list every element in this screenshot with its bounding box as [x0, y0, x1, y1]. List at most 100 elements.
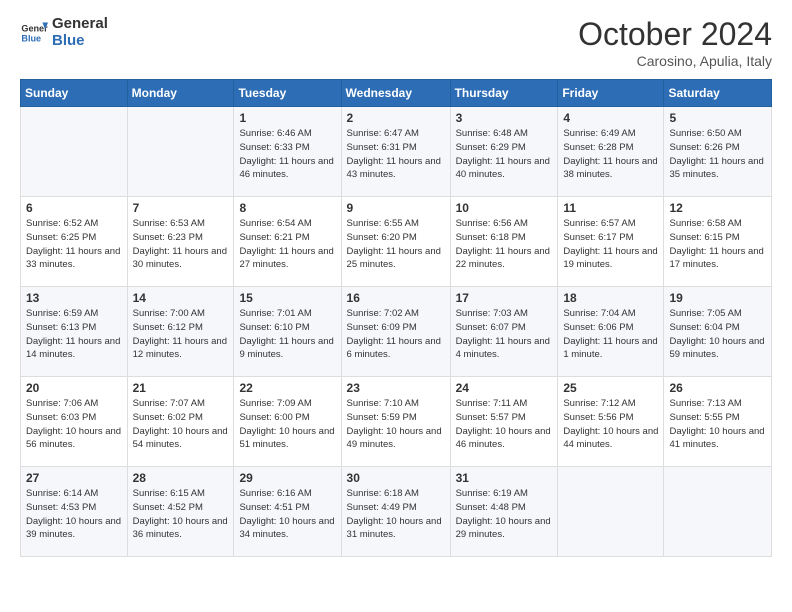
month-title: October 2024: [578, 16, 772, 53]
calendar-cell: 20 Sunrise: 7:06 AMSunset: 6:03 PMDayligh…: [21, 377, 128, 467]
calendar-cell: [127, 107, 234, 197]
day-info: Sunrise: 7:10 AMSunset: 5:59 PMDaylight:…: [347, 397, 445, 452]
calendar-cell: 10 Sunrise: 6:56 AMSunset: 6:18 PMDayligh…: [450, 197, 558, 287]
day-number: 14: [133, 291, 229, 305]
calendar-cell: 27 Sunrise: 6:14 AMSunset: 4:53 PMDayligh…: [21, 467, 128, 557]
day-info: Sunrise: 6:46 AMSunset: 6:33 PMDaylight:…: [239, 127, 335, 182]
day-number: 29: [239, 471, 335, 485]
days-header-row: SundayMondayTuesdayWednesdayThursdayFrid…: [21, 80, 772, 107]
calendar-cell: 6 Sunrise: 6:52 AMSunset: 6:25 PMDaylight…: [21, 197, 128, 287]
day-header-friday: Friday: [558, 80, 664, 107]
day-number: 25: [563, 381, 658, 395]
day-info: Sunrise: 6:53 AMSunset: 6:23 PMDaylight:…: [133, 217, 229, 272]
day-number: 23: [347, 381, 445, 395]
calendar-table: SundayMondayTuesdayWednesdayThursdayFrid…: [20, 79, 772, 557]
day-header-thursday: Thursday: [450, 80, 558, 107]
day-number: 13: [26, 291, 122, 305]
title-block: October 2024 Carosino, Apulia, Italy: [578, 16, 772, 69]
day-number: 8: [239, 201, 335, 215]
day-info: Sunrise: 7:07 AMSunset: 6:02 PMDaylight:…: [133, 397, 229, 452]
svg-text:Blue: Blue: [21, 33, 41, 43]
calendar-cell: 18 Sunrise: 7:04 AMSunset: 6:06 PMDayligh…: [558, 287, 664, 377]
day-info: Sunrise: 7:12 AMSunset: 5:56 PMDaylight:…: [563, 397, 658, 452]
calendar-cell: [558, 467, 664, 557]
day-number: 27: [26, 471, 122, 485]
calendar-cell: 12Sunrise: 6:58 AMSunset: 6:15 PMDayligh…: [664, 197, 772, 287]
calendar-cell: 4Sunrise: 6:49 AMSunset: 6:28 PMDaylight…: [558, 107, 664, 197]
day-number: 24: [456, 381, 553, 395]
calendar-cell: 14 Sunrise: 7:00 AMSunset: 6:12 PMDayligh…: [127, 287, 234, 377]
day-number: 11: [563, 201, 658, 215]
calendar-cell: [664, 467, 772, 557]
day-info: Sunrise: 7:11 AMSunset: 5:57 PMDaylight:…: [456, 397, 553, 452]
day-number: 7: [133, 201, 229, 215]
day-info: Sunrise: 6:49 AMSunset: 6:28 PMDaylight:…: [563, 127, 658, 182]
calendar-cell: 13 Sunrise: 6:59 AMSunset: 6:13 PMDayligh…: [21, 287, 128, 377]
day-info: Sunrise: 6:16 AMSunset: 4:51 PMDaylight:…: [239, 487, 335, 542]
day-info: Sunrise: 6:52 AMSunset: 6:25 PMDaylight:…: [26, 217, 122, 272]
calendar-cell: 2 Sunrise: 6:47 AMSunset: 6:31 PMDaylight…: [341, 107, 450, 197]
day-number: 16: [347, 291, 445, 305]
day-info: Sunrise: 6:14 AMSunset: 4:53 PMDaylight:…: [26, 487, 122, 542]
day-info: Sunrise: 7:13 AMSunset: 5:55 PMDaylight:…: [669, 397, 766, 452]
logo-icon: General Blue: [20, 19, 48, 47]
day-info: Sunrise: 7:02 AMSunset: 6:09 PMDaylight:…: [347, 307, 445, 362]
calendar-cell: 25 Sunrise: 7:12 AMSunset: 5:56 PMDayligh…: [558, 377, 664, 467]
day-info: Sunrise: 6:56 AMSunset: 6:18 PMDaylight:…: [456, 217, 553, 272]
day-info: Sunrise: 6:54 AMSunset: 6:21 PMDaylight:…: [239, 217, 335, 272]
day-number: 5: [669, 111, 766, 125]
calendar-cell: 17 Sunrise: 7:03 AMSunset: 6:07 PMDayligh…: [450, 287, 558, 377]
day-number: 21: [133, 381, 229, 395]
calendar-cell: 7 Sunrise: 6:53 AMSunset: 6:23 PMDaylight…: [127, 197, 234, 287]
day-info: Sunrise: 7:04 AMSunset: 6:06 PMDaylight:…: [563, 307, 658, 362]
day-number: 19: [669, 291, 766, 305]
logo: General Blue General Blue: [20, 16, 108, 49]
week-row-1: 1 Sunrise: 6:46 AMSunset: 6:33 PMDaylight…: [21, 107, 772, 197]
day-info: Sunrise: 6:48 AMSunset: 6:29 PMDaylight:…: [456, 127, 553, 182]
calendar-cell: 15Sunrise: 7:01 AMSunset: 6:10 PMDayligh…: [234, 287, 341, 377]
day-info: Sunrise: 7:06 AMSunset: 6:03 PMDaylight:…: [26, 397, 122, 452]
day-header-sunday: Sunday: [21, 80, 128, 107]
day-info: Sunrise: 7:09 AMSunset: 6:00 PMDaylight:…: [239, 397, 335, 452]
calendar-cell: 29 Sunrise: 6:16 AMSunset: 4:51 PMDayligh…: [234, 467, 341, 557]
calendar-cell: 5Sunrise: 6:50 AMSunset: 6:26 PMDaylight…: [664, 107, 772, 197]
calendar-cell: 3 Sunrise: 6:48 AMSunset: 6:29 PMDaylight…: [450, 107, 558, 197]
location-subtitle: Carosino, Apulia, Italy: [578, 53, 772, 69]
day-number: 2: [347, 111, 445, 125]
calendar-cell: 16 Sunrise: 7:02 AMSunset: 6:09 PMDayligh…: [341, 287, 450, 377]
day-info: Sunrise: 6:47 AMSunset: 6:31 PMDaylight:…: [347, 127, 445, 182]
day-info: Sunrise: 7:05 AMSunset: 6:04 PMDaylight:…: [669, 307, 766, 362]
day-number: 3: [456, 111, 553, 125]
day-number: 26: [669, 381, 766, 395]
page: General Blue General Blue October 2024 C…: [0, 0, 792, 577]
day-info: Sunrise: 7:01 AMSunset: 6:10 PMDaylight:…: [239, 307, 335, 362]
day-header-wednesday: Wednesday: [341, 80, 450, 107]
day-header-tuesday: Tuesday: [234, 80, 341, 107]
day-number: 6: [26, 201, 122, 215]
calendar-cell: 31Sunrise: 6:19 AMSunset: 4:48 PMDayligh…: [450, 467, 558, 557]
calendar-cell: 11 Sunrise: 6:57 AMSunset: 6:17 PMDayligh…: [558, 197, 664, 287]
day-info: Sunrise: 6:58 AMSunset: 6:15 PMDaylight:…: [669, 217, 766, 272]
calendar-cell: 23 Sunrise: 7:10 AMSunset: 5:59 PMDayligh…: [341, 377, 450, 467]
calendar-cell: 22Sunrise: 7:09 AMSunset: 6:00 PMDayligh…: [234, 377, 341, 467]
header: General Blue General Blue October 2024 C…: [20, 16, 772, 69]
day-info: Sunrise: 6:57 AMSunset: 6:17 PMDaylight:…: [563, 217, 658, 272]
day-info: Sunrise: 6:55 AMSunset: 6:20 PMDaylight:…: [347, 217, 445, 272]
logo-blue: Blue: [52, 33, 108, 50]
day-info: Sunrise: 6:59 AMSunset: 6:13 PMDaylight:…: [26, 307, 122, 362]
week-row-3: 13 Sunrise: 6:59 AMSunset: 6:13 PMDayligh…: [21, 287, 772, 377]
day-info: Sunrise: 6:19 AMSunset: 4:48 PMDaylight:…: [456, 487, 553, 542]
calendar-cell: [21, 107, 128, 197]
day-number: 30: [347, 471, 445, 485]
day-info: Sunrise: 7:03 AMSunset: 6:07 PMDaylight:…: [456, 307, 553, 362]
day-number: 20: [26, 381, 122, 395]
day-number: 10: [456, 201, 553, 215]
day-number: 28: [133, 471, 229, 485]
day-number: 1: [239, 111, 335, 125]
day-info: Sunrise: 6:15 AMSunset: 4:52 PMDaylight:…: [133, 487, 229, 542]
day-number: 17: [456, 291, 553, 305]
calendar-cell: 28 Sunrise: 6:15 AMSunset: 4:52 PMDayligh…: [127, 467, 234, 557]
day-number: 18: [563, 291, 658, 305]
day-info: Sunrise: 7:00 AMSunset: 6:12 PMDaylight:…: [133, 307, 229, 362]
calendar-cell: 1 Sunrise: 6:46 AMSunset: 6:33 PMDaylight…: [234, 107, 341, 197]
